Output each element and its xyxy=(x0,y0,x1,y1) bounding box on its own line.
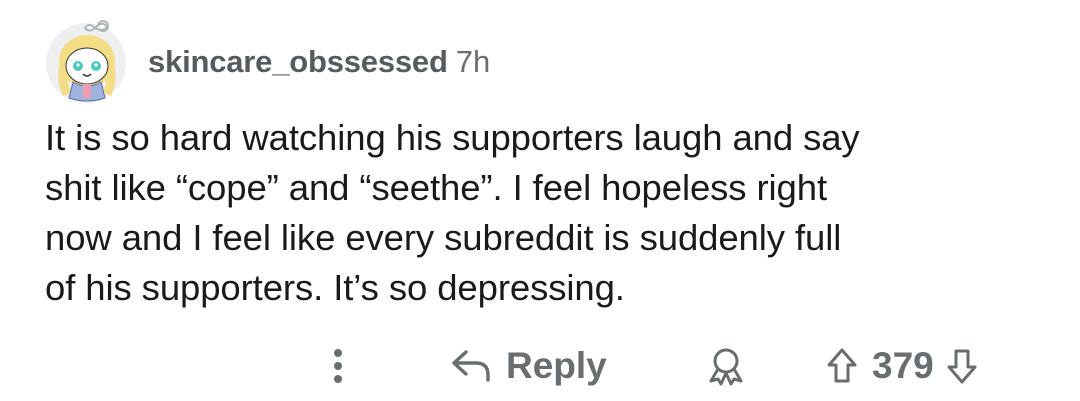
comment-body-line: of his supporters. It’s so depressing. xyxy=(45,267,625,308)
down-arrow-icon xyxy=(947,349,977,384)
up-arrow-icon xyxy=(827,348,857,383)
reply-label: Reply xyxy=(506,345,607,386)
reply-button[interactable]: Reply xyxy=(450,334,607,398)
comment-timestamp: 7h xyxy=(455,44,491,79)
snoo-avatar-icon xyxy=(46,20,126,103)
downvote-button[interactable] xyxy=(946,347,978,385)
more-options-button[interactable] xyxy=(322,334,354,398)
vote-score: 379 xyxy=(872,345,934,386)
upvote-button[interactable] xyxy=(826,347,858,385)
award-ribbon-icon xyxy=(703,346,749,386)
comment-body-line: shit like “cope” and “seethe”. I feel ho… xyxy=(45,167,827,208)
award-button[interactable] xyxy=(700,334,752,398)
username-link[interactable]: skincare_obssessed xyxy=(148,44,448,80)
reply-arrow-icon xyxy=(450,349,494,383)
comment-body: It is so hard watching his supporters la… xyxy=(45,113,1055,313)
comment-header: skincare_obssessed 7h xyxy=(148,40,490,84)
comment-action-bar: Reply 379 xyxy=(0,334,1080,398)
vertical-ellipsis-icon xyxy=(331,346,345,386)
comment-body-line: now and I feel like every subreddit is s… xyxy=(45,217,842,258)
comment-body-line: It is so hard watching his supporters la… xyxy=(45,117,860,158)
comment-card: skincare_obssessed 7h It is so hard watc… xyxy=(0,0,1080,401)
user-avatar[interactable] xyxy=(43,16,129,106)
vote-controls: 379 xyxy=(826,334,978,398)
